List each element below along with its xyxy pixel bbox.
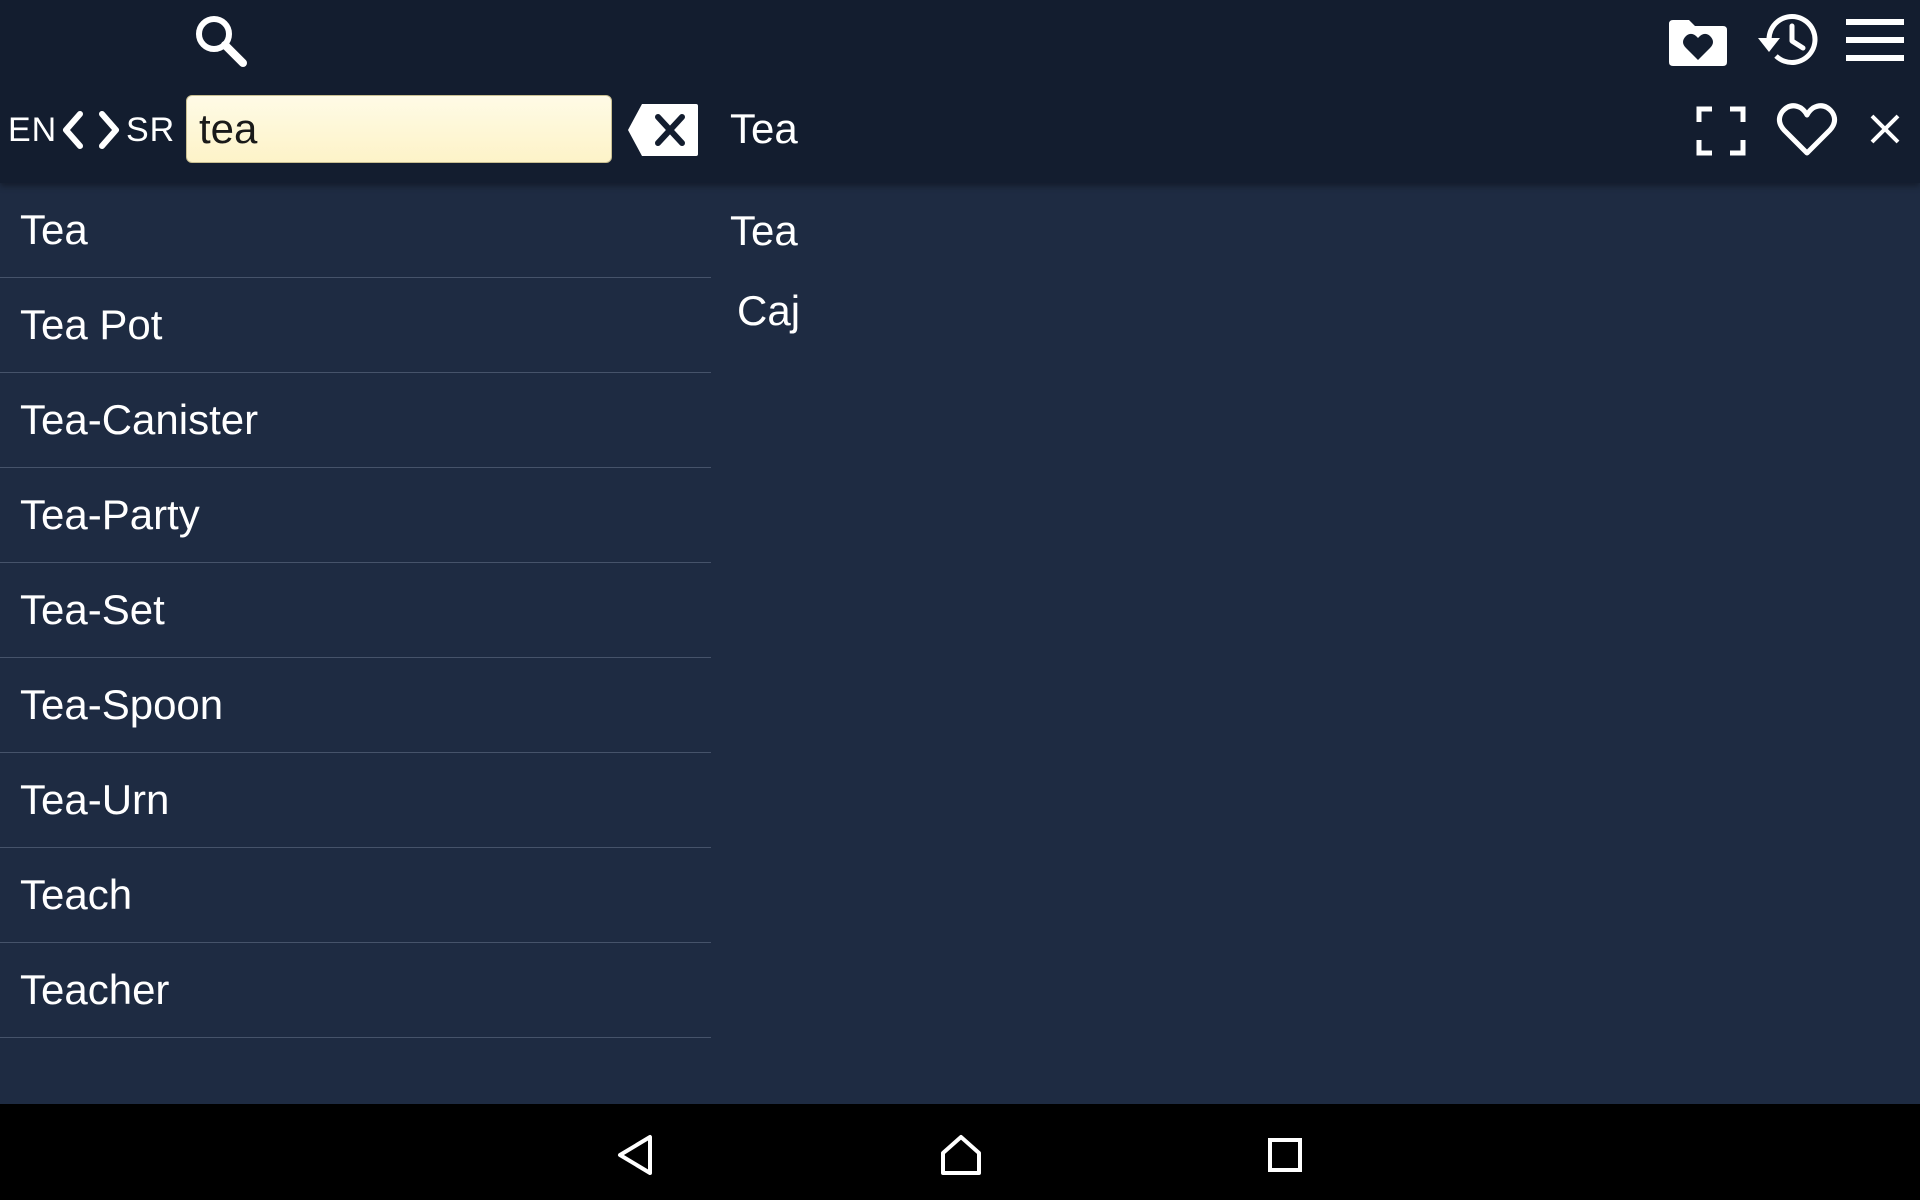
word-list-item[interactable]: Tea-Spoon — [0, 658, 711, 753]
nav-back-button[interactable] — [610, 1130, 660, 1180]
fullscreen-button[interactable] — [1690, 100, 1752, 162]
heart-folder-icon — [1669, 20, 1727, 66]
entry-headword: Tea — [730, 207, 798, 254]
search-button[interactable] — [188, 8, 252, 72]
word-list-item[interactable]: Tea-Set — [0, 563, 711, 658]
clear-search-button[interactable] — [626, 102, 700, 158]
back-triangle-icon — [618, 1135, 652, 1175]
backspace-clear-icon — [628, 104, 698, 156]
word-list-item[interactable]: Tea Pot — [0, 278, 711, 373]
target-language-label: SR — [126, 111, 176, 149]
nav-recents-button[interactable] — [1258, 1128, 1312, 1182]
next-language-button[interactable] — [94, 108, 124, 152]
home-icon — [941, 1135, 981, 1175]
top-app-bar: EN SR Tea — [0, 0, 1920, 183]
history-button[interactable] — [1752, 8, 1822, 72]
menu-button[interactable] — [1840, 8, 1910, 72]
recents-square-icon — [1268, 1138, 1302, 1172]
close-detail-button[interactable] — [1862, 106, 1908, 152]
chevron-left-icon — [63, 111, 83, 149]
history-icon — [1758, 13, 1818, 65]
close-icon — [1870, 114, 1900, 144]
word-list-item[interactable]: Tea-Canister — [0, 373, 711, 468]
search-input[interactable] — [186, 95, 612, 163]
heart-outline-icon — [1776, 103, 1838, 156]
word-list-item[interactable]: Teach — [0, 848, 711, 943]
previous-language-button[interactable] — [58, 108, 88, 152]
fullscreen-icon — [1696, 106, 1746, 156]
word-list-item[interactable]: Tea — [0, 183, 711, 278]
add-favorite-button[interactable] — [1774, 96, 1840, 162]
detail-title: Tea — [730, 105, 798, 152]
hamburger-menu-icon — [1846, 19, 1904, 61]
nav-home-button[interactable] — [934, 1128, 988, 1182]
word-list-item[interactable]: Tea-Urn — [0, 753, 711, 848]
entry-translation: Caj — [737, 287, 801, 334]
word-suggestion-list: Tea Tea Pot Tea-Canister Tea-Party Tea-S… — [0, 183, 711, 1038]
favorites-folder-button[interactable] — [1663, 10, 1733, 74]
source-language-label: EN — [8, 111, 58, 149]
search-icon — [196, 16, 247, 67]
word-list-item[interactable]: Teacher — [0, 943, 711, 1038]
word-list-item[interactable]: Tea-Party — [0, 468, 711, 563]
chevron-right-icon — [99, 111, 119, 149]
